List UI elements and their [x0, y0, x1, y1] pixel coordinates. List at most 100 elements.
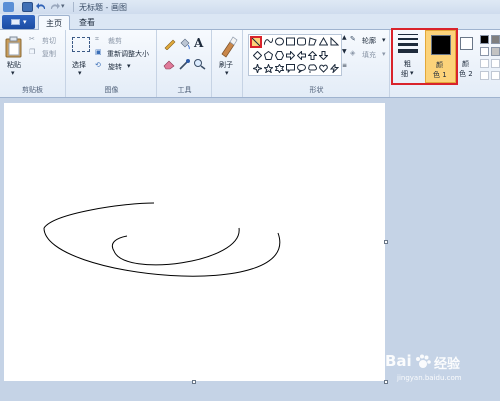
rectangle-icon [286, 37, 295, 46]
chevron-down-icon: ▾ [410, 69, 414, 77]
tab-home[interactable]: 主页 [38, 15, 70, 30]
oval-shape[interactable] [275, 37, 284, 46]
watermark-domain: jingyan.baidu.com [397, 374, 462, 382]
clipboard-icon [5, 36, 22, 58]
up-arrow-icon [307, 50, 318, 60]
tools-group: A 工具 [158, 30, 212, 97]
shapes-scroll-up[interactable]: ▲ [342, 34, 348, 48]
five-point-star-shape[interactable] [262, 63, 275, 74]
palette-swatch[interactable] [480, 71, 489, 80]
size-button[interactable]: 粗 细 ▾ [393, 30, 423, 83]
color1-button[interactable]: 颜 色 1 [425, 30, 456, 83]
polygon-shape[interactable] [308, 37, 317, 46]
eraser-tool[interactable] [163, 58, 176, 70]
magnifier-tool[interactable] [193, 58, 206, 70]
chevron-down-icon: ▾ [23, 18, 27, 26]
brushes-button[interactable]: 刷子 ▾ [216, 34, 240, 80]
brush-icon [221, 36, 238, 58]
six-point-star-icon [274, 63, 285, 74]
pentagon-icon [263, 50, 274, 60]
color-palette [478, 33, 500, 83]
diamond-shape[interactable] [252, 50, 263, 61]
up-arrow-shape[interactable] [307, 50, 318, 60]
watermark-brand: Bai [385, 352, 412, 370]
polygon-icon [308, 37, 317, 46]
cut-button[interactable]: ✂ 剪切 [29, 35, 63, 46]
line-shape[interactable] [250, 36, 262, 48]
triangle-shape[interactable] [318, 36, 329, 46]
pencil-tool[interactable] [163, 38, 176, 51]
rotate-icon: ⟲ [95, 61, 101, 69]
palette-swatch[interactable] [491, 71, 500, 80]
rounded-rectangle-shape[interactable] [297, 37, 306, 46]
redo-icon[interactable] [49, 2, 60, 12]
tab-view[interactable]: 查看 [72, 15, 102, 30]
select-button[interactable]: 选择 ▾ [70, 34, 92, 80]
right-arrow-shape[interactable] [286, 50, 296, 61]
chevron-down-icon: ▾ [11, 69, 15, 77]
curve-shape[interactable] [263, 37, 274, 46]
save-icon[interactable] [22, 2, 33, 12]
color2-label-line2: 色 2 [459, 70, 473, 78]
resize-label: 重新调整大小 [107, 50, 149, 58]
outline-button[interactable]: ✎ 轮廓 ▾ [350, 35, 388, 46]
color2-label-line1: 颜 [462, 60, 469, 68]
fill-bucket-icon: ◈ [350, 49, 356, 57]
lightning-shape[interactable] [329, 63, 340, 75]
rotate-button[interactable]: ⟲ 旋转 ▾ [95, 61, 143, 72]
crop-button[interactable]: ⌗ 裁剪 [95, 35, 155, 46]
shapes-more[interactable]: ≡ [342, 62, 348, 76]
heart-shape[interactable] [319, 64, 328, 73]
fill-button[interactable]: ◈ 填充 ▾ [350, 49, 388, 60]
cut-label: 剪切 [42, 37, 56, 45]
fill-tool[interactable] [178, 38, 191, 50]
clipboard-group: 粘贴 ▾ ✂ 剪切 ❐ 复制 剪贴板 [0, 30, 66, 97]
color-picker-tool[interactable] [178, 58, 191, 70]
hexagon-shape[interactable] [274, 51, 285, 60]
four-point-star-shape[interactable] [251, 62, 264, 75]
down-arrow-shape[interactable] [318, 51, 329, 61]
app-icon[interactable] [3, 2, 14, 12]
color1-label-line2: 色 1 [433, 71, 447, 79]
color2-button[interactable]: 颜 色 2 [458, 33, 476, 83]
palette-swatch[interactable] [480, 35, 489, 44]
rectangle-shape[interactable] [286, 37, 295, 46]
palette-swatch[interactable] [491, 47, 500, 56]
ribbon: 粘贴 ▾ ✂ 剪切 ❐ 复制 剪贴板 选择 ▾ ⌗ 裁剪 ▣ 重新调整大小 ⟲ … [0, 28, 500, 98]
clipboard-group-label: 剪贴板 [22, 86, 43, 94]
resize-button[interactable]: ▣ 重新调整大小 [95, 48, 157, 59]
shapes-scroll-down[interactable]: ▼ [342, 48, 348, 62]
rectangular-callout-shape[interactable] [286, 64, 295, 73]
right-arrow-icon [286, 50, 296, 61]
palette-swatch[interactable] [491, 35, 500, 44]
lightning-icon [329, 63, 340, 75]
palette-swatch[interactable] [491, 59, 500, 68]
drawing-canvas[interactable] [4, 103, 385, 381]
heart-icon [319, 64, 328, 73]
text-icon: A [194, 36, 204, 50]
palette-swatch[interactable] [480, 47, 489, 56]
chevron-down-icon: ▾ [127, 62, 131, 70]
pentagon-shape[interactable] [263, 50, 274, 60]
six-point-star-shape[interactable] [274, 63, 285, 74]
copy-button[interactable]: ❐ 复制 [29, 48, 63, 59]
resize-handle-right[interactable] [384, 240, 388, 244]
chevron-down-icon: ▾ [78, 69, 82, 77]
brushes-group: 刷子 ▾ [213, 30, 243, 97]
baidu-watermark: Bai 经验 jingyan.baidu.com [381, 350, 496, 390]
paw-icon [416, 354, 431, 368]
drawn-ellipse-arcs [43, 202, 281, 277]
paste-button[interactable]: 粘贴 ▾ [3, 34, 25, 80]
cloud-callout-shape[interactable] [308, 64, 318, 73]
chevron-down-icon: ▾ [382, 50, 386, 58]
file-menu-button[interactable]: ▾ [2, 15, 35, 29]
left-arrow-shape[interactable] [296, 50, 306, 61]
right-triangle-shape[interactable] [330, 36, 340, 46]
undo-icon[interactable] [36, 2, 47, 12]
palette-swatch[interactable] [480, 59, 489, 68]
resize-handle-bottom[interactable] [192, 380, 196, 384]
pencil-icon [164, 39, 176, 51]
customize-toolbar-icon[interactable]: ▾ [61, 2, 72, 12]
text-tool[interactable]: A [193, 36, 206, 50]
oval-callout-shape[interactable] [297, 64, 306, 74]
